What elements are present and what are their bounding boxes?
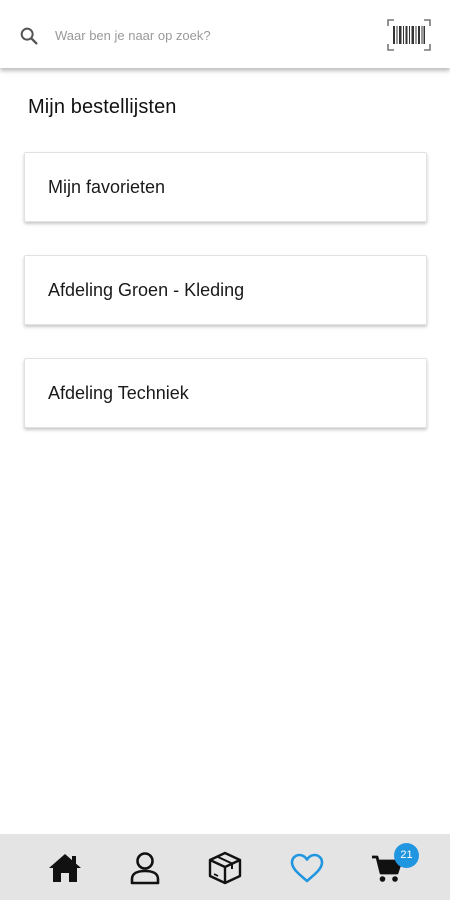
barcode-scanner-button[interactable] [386, 18, 432, 52]
nav-home-button[interactable] [45, 848, 85, 888]
heart-icon [290, 853, 324, 883]
bottom-navigation: 21 [0, 834, 450, 900]
list-item-groen-kleding[interactable]: Afdeling Groen - Kleding [24, 255, 427, 325]
cart-count-badge: 21 [394, 843, 419, 868]
search-input[interactable] [55, 20, 365, 50]
list-item-favorites[interactable]: Mijn favorieten [24, 152, 427, 222]
box-icon [208, 851, 242, 885]
list-item-techniek[interactable]: Afdeling Techniek [24, 358, 427, 428]
list-item-label: Mijn favorieten [48, 176, 166, 197]
search-icon[interactable] [18, 25, 40, 47]
nav-favorites-button[interactable] [287, 848, 327, 888]
barcode-scanner-icon [387, 19, 431, 51]
nav-cart-button[interactable]: 21 [367, 843, 419, 888]
user-icon [130, 852, 160, 885]
search-header [0, 0, 450, 68]
page-title: Mijn bestellijsten [28, 96, 177, 118]
list-item-label: Afdeling Groen - Kleding [48, 279, 245, 300]
home-icon [49, 854, 81, 882]
nav-orders-button[interactable] [205, 848, 245, 888]
nav-account-button[interactable] [125, 848, 165, 888]
list-item-label: Afdeling Techniek [48, 382, 189, 403]
app-screen: Mijn bestellijsten Mijn favorieten Afdel… [0, 0, 450, 900]
order-list-container: Mijn favorieten Afdeling Groen - Kleding… [24, 152, 427, 461]
